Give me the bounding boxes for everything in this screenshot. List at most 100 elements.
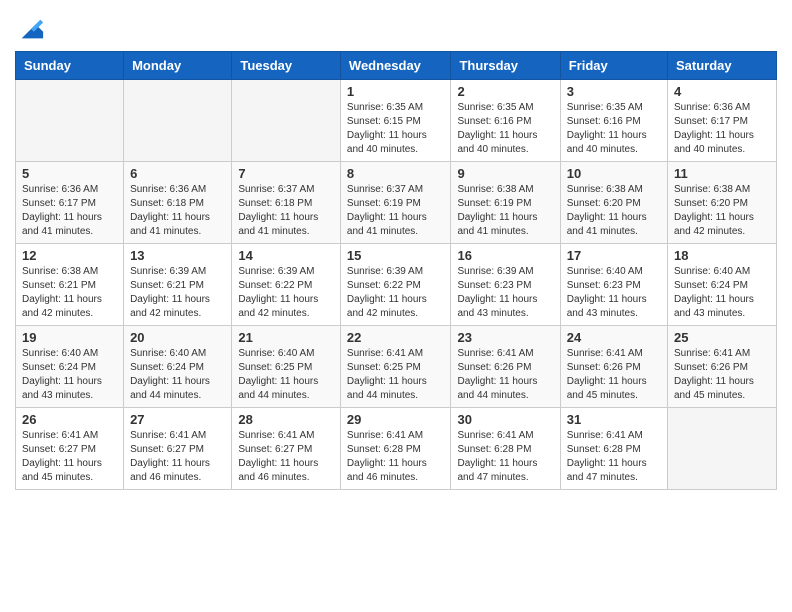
calendar-cell: 1 Sunrise: 6:35 AMSunset: 6:15 PMDaylight… — [340, 80, 451, 162]
day-number: 11 — [674, 166, 770, 181]
day-number: 14 — [238, 248, 334, 263]
day-number: 26 — [22, 412, 117, 427]
day-info: Sunrise: 6:38 AMSunset: 6:20 PMDaylight:… — [567, 183, 661, 239]
calendar-cell: 10 Sunrise: 6:38 AMSunset: 6:20 PMDayligh… — [560, 162, 667, 244]
day-number: 23 — [457, 330, 553, 345]
day-info: Sunrise: 6:38 AMSunset: 6:20 PMDaylight:… — [674, 183, 770, 239]
day-info: Sunrise: 6:40 AMSunset: 6:23 PMDaylight:… — [567, 265, 661, 321]
day-number: 10 — [567, 166, 661, 181]
calendar-cell: 15 Sunrise: 6:39 AMSunset: 6:22 PMDayligh… — [340, 244, 451, 326]
day-info: Sunrise: 6:35 AMSunset: 6:16 PMDaylight:… — [457, 101, 553, 157]
day-header-thursday: Thursday — [451, 52, 560, 80]
calendar-week-4: 19Sunrise: 6:40 AMSunset: 6:24 PMDayligh… — [16, 326, 777, 408]
day-info: Sunrise: 6:41 AMSunset: 6:25 PMDaylight:… — [347, 347, 445, 403]
day-header-friday: Friday — [560, 52, 667, 80]
calendar-cell: 6Sunrise: 6:36 AMSunset: 6:18 PMDaylight… — [124, 162, 232, 244]
day-number: 30 — [457, 412, 553, 427]
calendar-cell: 8Sunrise: 6:37 AMSunset: 6:19 PMDaylight… — [340, 162, 451, 244]
day-header-tuesday: Tuesday — [232, 52, 341, 80]
calendar-cell: 12 Sunrise: 6:38 AMSunset: 6:21 PMDayligh… — [16, 244, 124, 326]
calendar-cell — [16, 80, 124, 162]
day-info: Sunrise: 6:41 AMSunset: 6:27 PMDaylight:… — [130, 429, 225, 485]
day-info: Sunrise: 6:37 AMSunset: 6:18 PMDaylight:… — [238, 183, 334, 239]
day-number: 5 — [22, 166, 117, 181]
day-number: 12 — [22, 248, 117, 263]
calendar-week-3: 12 Sunrise: 6:38 AMSunset: 6:21 PMDayligh… — [16, 244, 777, 326]
calendar-cell: 3 Sunrise: 6:35 AMSunset: 6:16 PMDaylight… — [560, 80, 667, 162]
calendar-cell: 31 Sunrise: 6:41 AMSunset: 6:28 PMDayligh… — [560, 408, 667, 490]
calendar-cell: 27Sunrise: 6:41 AMSunset: 6:27 PMDayligh… — [124, 408, 232, 490]
day-number: 1 — [347, 84, 445, 99]
calendar-cell: 7 Sunrise: 6:37 AMSunset: 6:18 PMDaylight… — [232, 162, 341, 244]
day-header-wednesday: Wednesday — [340, 52, 451, 80]
day-info: Sunrise: 6:35 AMSunset: 6:15 PMDaylight:… — [347, 101, 445, 157]
calendar-cell — [124, 80, 232, 162]
day-number: 29 — [347, 412, 445, 427]
calendar-cell: 19Sunrise: 6:40 AMSunset: 6:24 PMDayligh… — [16, 326, 124, 408]
day-info: Sunrise: 6:39 AMSunset: 6:22 PMDaylight:… — [238, 265, 334, 321]
calendar-cell: 23Sunrise: 6:41 AMSunset: 6:26 PMDayligh… — [451, 326, 560, 408]
day-info: Sunrise: 6:39 AMSunset: 6:22 PMDaylight:… — [347, 265, 445, 321]
calendar-cell: 29 Sunrise: 6:41 AMSunset: 6:28 PMDayligh… — [340, 408, 451, 490]
day-number: 3 — [567, 84, 661, 99]
day-number: 4 — [674, 84, 770, 99]
calendar-week-2: 5 Sunrise: 6:36 AMSunset: 6:17 PMDaylight… — [16, 162, 777, 244]
day-info: Sunrise: 6:37 AMSunset: 6:19 PMDaylight:… — [347, 183, 445, 239]
day-info: Sunrise: 6:38 AMSunset: 6:19 PMDaylight:… — [457, 183, 553, 239]
day-number: 22 — [347, 330, 445, 345]
day-number: 16 — [457, 248, 553, 263]
calendar-cell: 18 Sunrise: 6:40 AMSunset: 6:24 PMDayligh… — [668, 244, 777, 326]
calendar-cell: 16 Sunrise: 6:39 AMSunset: 6:23 PMDayligh… — [451, 244, 560, 326]
logo-icon — [17, 15, 45, 43]
day-number: 13 — [130, 248, 225, 263]
day-info: Sunrise: 6:38 AMSunset: 6:21 PMDaylight:… — [22, 265, 117, 321]
day-info: Sunrise: 6:41 AMSunset: 6:28 PMDaylight:… — [347, 429, 445, 485]
logo — [15, 15, 45, 43]
day-number: 31 — [567, 412, 661, 427]
day-header-monday: Monday — [124, 52, 232, 80]
calendar-cell: 26 Sunrise: 6:41 AMSunset: 6:27 PMDayligh… — [16, 408, 124, 490]
day-number: 17 — [567, 248, 661, 263]
calendar-cell: 24Sunrise: 6:41 AMSunset: 6:26 PMDayligh… — [560, 326, 667, 408]
day-number: 15 — [347, 248, 445, 263]
calendar-cell: 4Sunrise: 6:36 AMSunset: 6:17 PMDaylight… — [668, 80, 777, 162]
day-info: Sunrise: 6:40 AMSunset: 6:24 PMDaylight:… — [674, 265, 770, 321]
calendar-cell: 5 Sunrise: 6:36 AMSunset: 6:17 PMDaylight… — [16, 162, 124, 244]
calendar-week-1: 1 Sunrise: 6:35 AMSunset: 6:15 PMDaylight… — [16, 80, 777, 162]
calendar-cell: 28 Sunrise: 6:41 AMSunset: 6:27 PMDayligh… — [232, 408, 341, 490]
day-number: 9 — [457, 166, 553, 181]
day-info: Sunrise: 6:39 AMSunset: 6:23 PMDaylight:… — [457, 265, 553, 321]
day-info: Sunrise: 6:40 AMSunset: 6:24 PMDaylight:… — [22, 347, 117, 403]
calendar-cell: 14 Sunrise: 6:39 AMSunset: 6:22 PMDayligh… — [232, 244, 341, 326]
day-number: 18 — [674, 248, 770, 263]
day-number: 2 — [457, 84, 553, 99]
calendar-cell — [232, 80, 341, 162]
calendar-cell: 13 Sunrise: 6:39 AMSunset: 6:21 PMDayligh… — [124, 244, 232, 326]
calendar-cell: 20Sunrise: 6:40 AMSunset: 6:24 PMDayligh… — [124, 326, 232, 408]
day-info: Sunrise: 6:41 AMSunset: 6:26 PMDaylight:… — [567, 347, 661, 403]
day-header-sunday: Sunday — [16, 52, 124, 80]
calendar-cell — [668, 408, 777, 490]
day-info: Sunrise: 6:36 AMSunset: 6:17 PMDaylight:… — [22, 183, 117, 239]
day-info: Sunrise: 6:36 AMSunset: 6:18 PMDaylight:… — [130, 183, 225, 239]
calendar-cell: 2 Sunrise: 6:35 AMSunset: 6:16 PMDaylight… — [451, 80, 560, 162]
calendar-cell: 9 Sunrise: 6:38 AMSunset: 6:19 PMDaylight… — [451, 162, 560, 244]
day-info: Sunrise: 6:35 AMSunset: 6:16 PMDaylight:… — [567, 101, 661, 157]
day-info: Sunrise: 6:41 AMSunset: 6:27 PMDaylight:… — [22, 429, 117, 485]
calendar-cell: 30 Sunrise: 6:41 AMSunset: 6:28 PMDayligh… — [451, 408, 560, 490]
calendar-week-5: 26 Sunrise: 6:41 AMSunset: 6:27 PMDayligh… — [16, 408, 777, 490]
day-info: Sunrise: 6:41 AMSunset: 6:28 PMDaylight:… — [567, 429, 661, 485]
day-number: 7 — [238, 166, 334, 181]
day-info: Sunrise: 6:40 AMSunset: 6:25 PMDaylight:… — [238, 347, 334, 403]
calendar-cell: 25Sunrise: 6:41 AMSunset: 6:26 PMDayligh… — [668, 326, 777, 408]
day-info: Sunrise: 6:39 AMSunset: 6:21 PMDaylight:… — [130, 265, 225, 321]
day-number: 21 — [238, 330, 334, 345]
day-info: Sunrise: 6:41 AMSunset: 6:28 PMDaylight:… — [457, 429, 553, 485]
calendar-cell: 17 Sunrise: 6:40 AMSunset: 6:23 PMDayligh… — [560, 244, 667, 326]
calendar-cell: 21 Sunrise: 6:40 AMSunset: 6:25 PMDayligh… — [232, 326, 341, 408]
day-number: 28 — [238, 412, 334, 427]
day-info: Sunrise: 6:40 AMSunset: 6:24 PMDaylight:… — [130, 347, 225, 403]
page-header — [15, 10, 777, 43]
day-info: Sunrise: 6:41 AMSunset: 6:27 PMDaylight:… — [238, 429, 334, 485]
day-info: Sunrise: 6:41 AMSunset: 6:26 PMDaylight:… — [674, 347, 770, 403]
